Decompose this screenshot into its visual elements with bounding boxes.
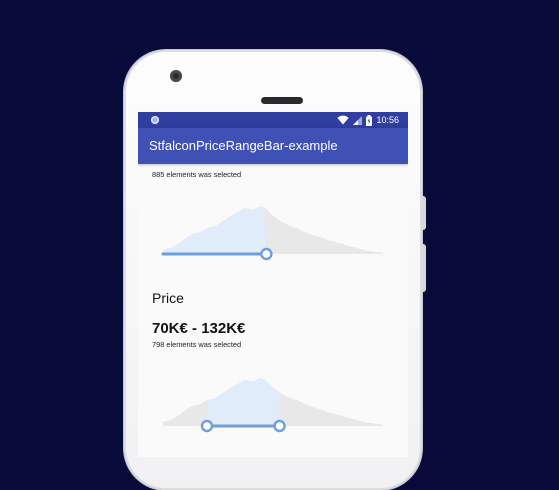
app-title: StfalconPriceRangeBar-example [149, 138, 338, 153]
status-time: 10:56 [376, 115, 399, 125]
device-screen: 10:56 StfalconPriceRangeBar-example 885 … [138, 112, 408, 457]
first-selected-count: 885 elements was selected [152, 170, 242, 179]
wifi-icon [337, 115, 350, 125]
front-camera [170, 70, 182, 82]
phone-side-button [422, 196, 426, 230]
phone-volume-button [422, 244, 426, 292]
range-thumb-left[interactable] [200, 419, 214, 433]
range-thumb-right[interactable] [273, 419, 286, 433]
status-bar: 10:56 [138, 112, 408, 128]
second-price-range-bar[interactable] [160, 364, 386, 444]
notification-dot-icon [151, 116, 159, 124]
battery-icon [366, 114, 373, 126]
section-title: Price [152, 290, 184, 306]
price-range-value: 70K€ - 132K€ [152, 320, 246, 337]
first-price-range-bar[interactable] [160, 202, 386, 264]
histogram-selected [163, 206, 267, 254]
histogram-selected [207, 378, 280, 426]
app-bar: StfalconPriceRangeBar-example [138, 128, 408, 164]
signal-icon [353, 116, 363, 125]
second-selected-count: 798 elements was selected [152, 340, 242, 349]
status-icons: 10:56 [337, 114, 399, 126]
range-thumb-right[interactable] [260, 247, 273, 261]
earpiece-speaker [261, 97, 303, 104]
